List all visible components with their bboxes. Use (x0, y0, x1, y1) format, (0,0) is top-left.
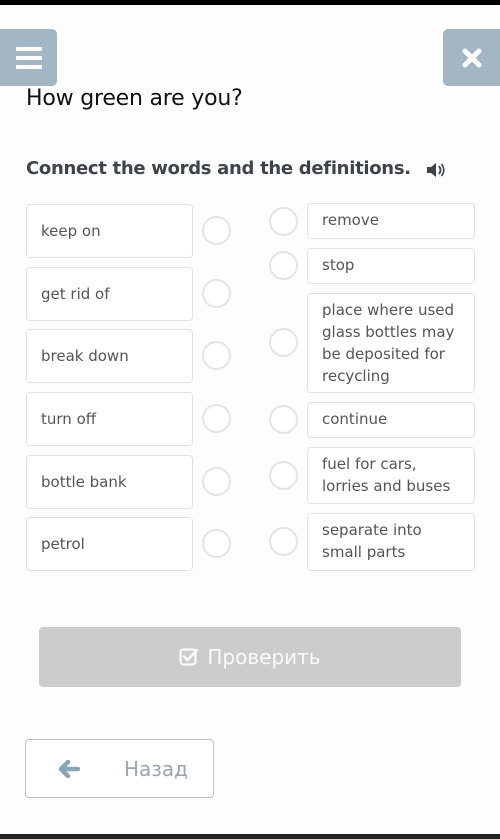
close-icon (462, 48, 481, 67)
status-bar (0, 0, 500, 5)
word-card[interactable]: get rid of (26, 267, 193, 321)
word-card[interactable]: break down (26, 329, 193, 383)
back-button[interactable]: Назад (25, 739, 214, 798)
word-connector-radio[interactable] (202, 529, 231, 558)
speaker-icon[interactable] (426, 161, 446, 179)
back-button-label: Назад (124, 757, 189, 781)
checkbox-icon (179, 648, 199, 666)
definition-connector-radio[interactable] (269, 405, 298, 434)
definition-connector-radio[interactable] (269, 251, 298, 280)
check-button[interactable]: Проверить (39, 627, 461, 687)
word-card[interactable]: bottle bank (26, 455, 193, 509)
word-connector-radio[interactable] (202, 467, 231, 496)
menu-button[interactable] (0, 29, 57, 86)
arrow-left-icon (58, 760, 80, 778)
definition-card[interactable]: fuel for cars, lorries and buses (307, 447, 475, 504)
nav-bar (0, 834, 500, 839)
word-connector-radio[interactable] (202, 341, 231, 370)
definition-card[interactable]: remove (307, 203, 475, 239)
word-card[interactable]: petrol (26, 517, 193, 571)
page-title: How green are you? (26, 86, 243, 111)
word-connector-radio[interactable] (202, 404, 231, 433)
definition-connector-radio[interactable] (269, 461, 298, 490)
word-connector-radio[interactable] (202, 216, 231, 245)
definition-card[interactable]: stop (307, 248, 475, 284)
definition-connector-radio[interactable] (269, 328, 298, 357)
close-button[interactable] (443, 29, 500, 86)
check-button-label: Проверить (207, 645, 321, 669)
word-card[interactable]: turn off (26, 392, 193, 446)
word-card[interactable]: keep on (26, 204, 193, 258)
definition-connector-radio[interactable] (269, 207, 298, 236)
hamburger-icon (15, 46, 42, 51)
definition-card[interactable]: continue (307, 402, 475, 438)
definition-connector-radio[interactable] (269, 527, 298, 556)
definition-card[interactable]: place where used glass bottles may be de… (307, 293, 475, 393)
instruction-text: Connect the words and the definitions. (26, 158, 411, 179)
definition-card[interactable]: separate into small parts (307, 513, 475, 571)
word-connector-radio[interactable] (202, 279, 231, 308)
